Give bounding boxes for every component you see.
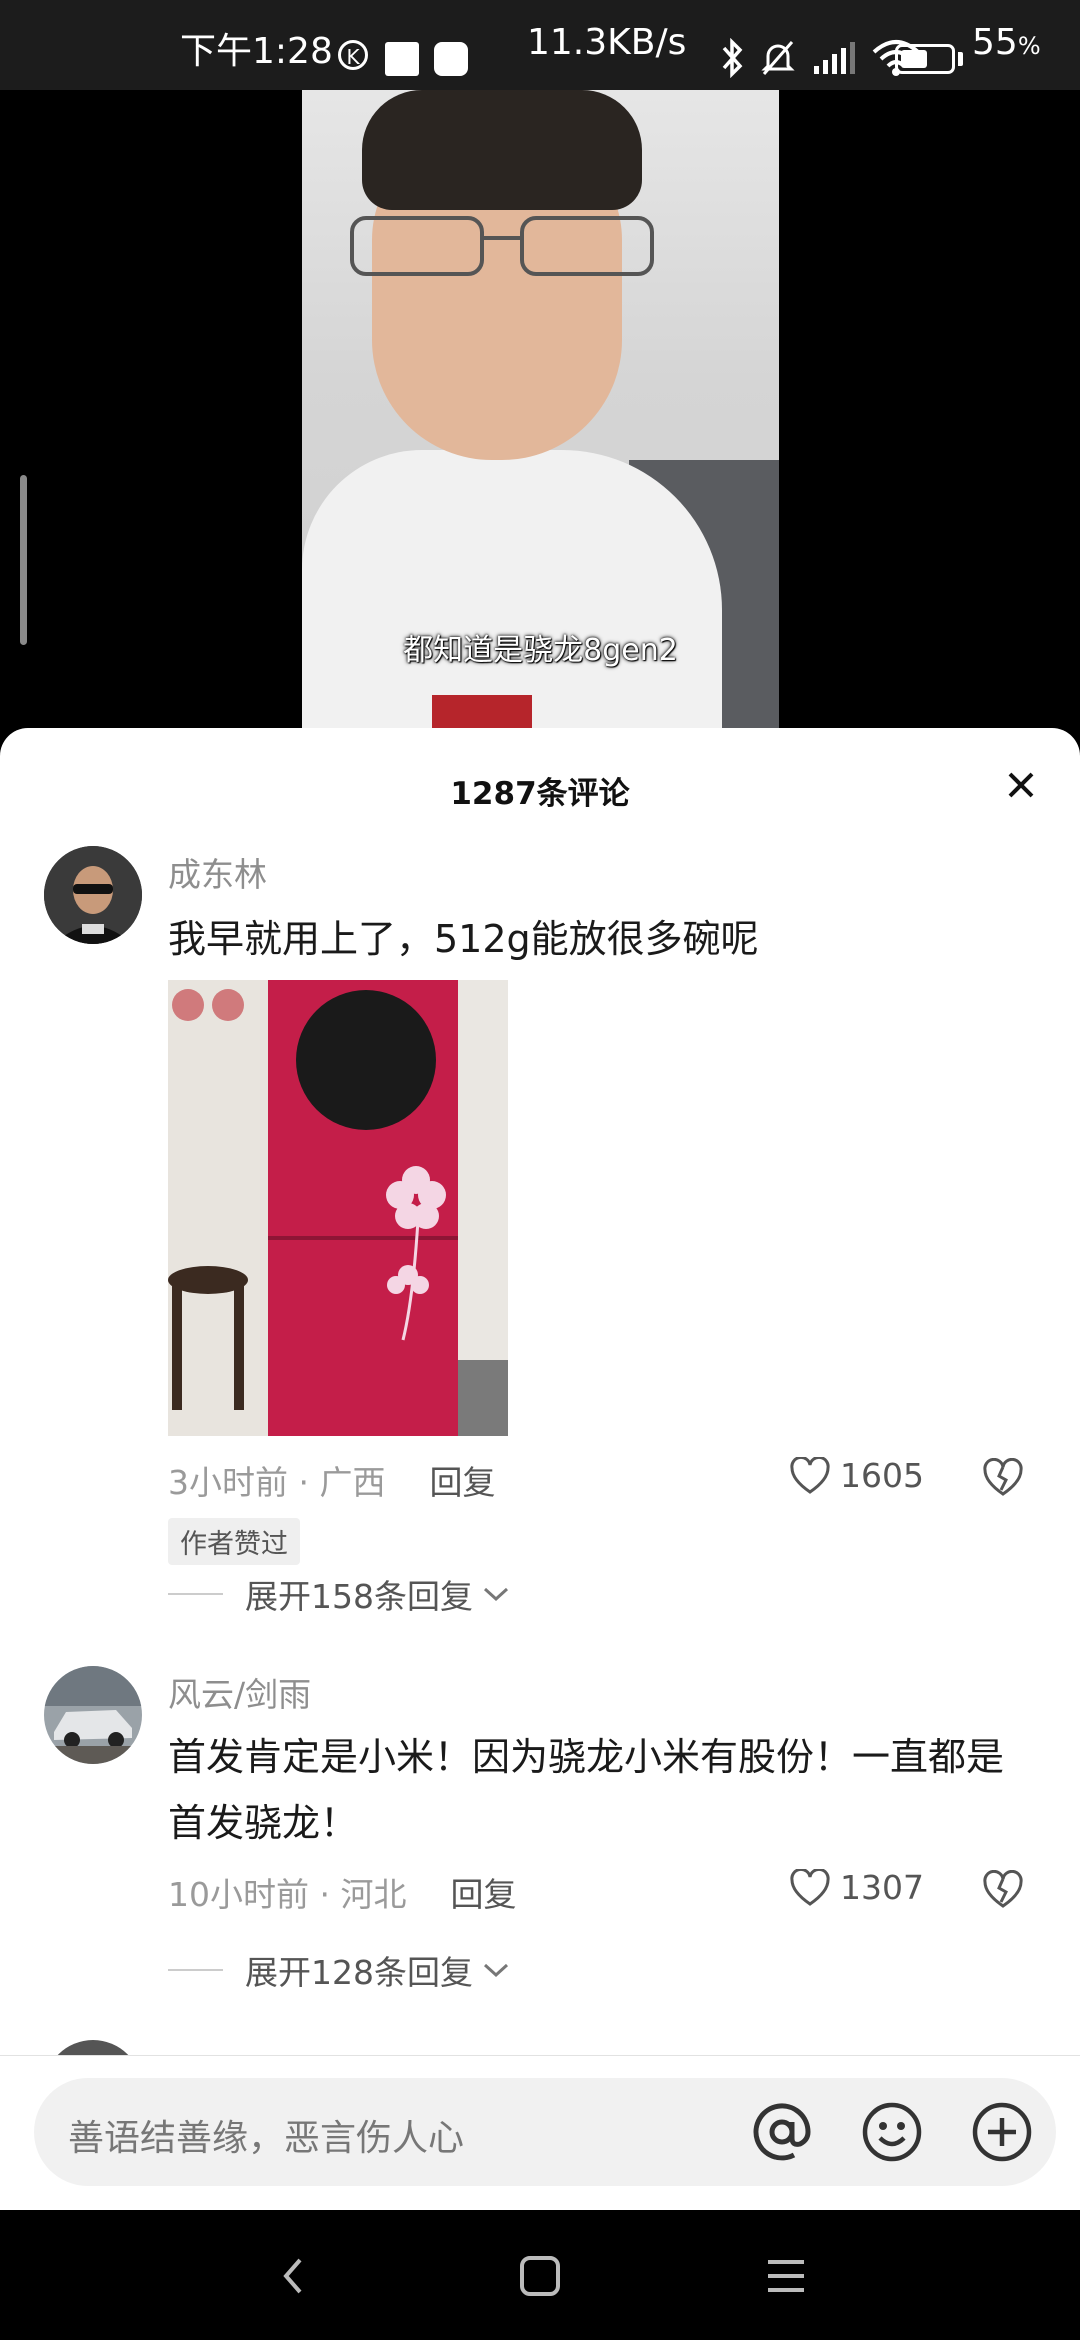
expand-replies-button[interactable]: 展开128条回复 (168, 1946, 511, 1994)
home-icon[interactable] (512, 2248, 568, 2304)
broken-heart-icon[interactable] (982, 1870, 1024, 1910)
time-location: 10小时前 · 河北 (168, 1875, 407, 1914)
comment-username[interactable]: 成东林 (168, 848, 267, 896)
author-liked-badge: 作者赞过 (168, 1518, 300, 1565)
battery-level-fill (901, 50, 927, 68)
divider-dash (168, 1969, 223, 1971)
status-icons (720, 38, 920, 78)
side-scroll-indicator (20, 475, 27, 645)
like-button[interactable]: 1307 (790, 1868, 924, 1907)
mute-bell-icon (761, 41, 795, 75)
emoji-icon[interactable] (860, 2100, 924, 2164)
heart-icon (790, 1456, 830, 1494)
chevron-down-icon (483, 1963, 509, 1978)
comment-username[interactable]: 风云/剑雨 (168, 1668, 311, 1716)
reply-button[interactable]: 回复 (450, 1875, 516, 1914)
bluetooth-icon (722, 38, 743, 78)
expand-replies-label: 展开128条回复 (245, 1953, 473, 1992)
video-subtitle: 都知道是骁龙8gen2 (403, 633, 678, 668)
comment-input-bar: 善语结善缘，恶言伤人心 (0, 2055, 1080, 2211)
notification-rounded-icon (434, 42, 468, 76)
clock: 下午1:28 (180, 31, 333, 72)
signal-icon (814, 42, 855, 74)
network-speed: 11.3KB/s (527, 22, 687, 63)
hoodie (302, 450, 722, 730)
close-icon[interactable] (996, 760, 1046, 810)
battery-icon (895, 44, 955, 74)
heart-icon (790, 1868, 830, 1906)
comment-input-placeholder: 善语结善缘，恶言伤人心 (68, 2118, 465, 2159)
like-button[interactable]: 1605 (790, 1456, 924, 1495)
time-location: 3小时前 · 广西 (168, 1463, 386, 1502)
comment-time-location: 3小时前 · 广西 回复 (168, 1456, 495, 1504)
back-icon[interactable] (266, 2248, 322, 2304)
battery-percent: 55% (972, 22, 1041, 63)
k-badge-icon: K (338, 40, 368, 70)
comments-panel: 1287条评论 成东林 我早就用上了，512g能放很多碗呢 3小时前 · 广西 … (0, 728, 1080, 2210)
avatar[interactable] (44, 846, 142, 944)
notification-square-icon (385, 42, 419, 76)
comments-count-title: 1287条评论 (450, 776, 630, 812)
divider-dash (168, 1593, 223, 1595)
expand-replies-button[interactable]: 展开158条回复 (168, 1570, 511, 1618)
add-plus-icon[interactable] (970, 2100, 1034, 2164)
expand-replies-label: 展开158条回复 (245, 1577, 473, 1616)
mention-icon[interactable] (750, 2100, 814, 2164)
status-bar: 下午1:28 K 11.3KB/s 55% (0, 0, 1080, 90)
comment-text: 首发肯定是小米！因为骁龙小米有股份！一直都是首发骁龙！ (168, 1735, 1005, 1845)
comment-image[interactable] (168, 980, 508, 1436)
avatar[interactable] (44, 1666, 142, 1764)
system-nav-bar (0, 2210, 1080, 2340)
comment-time-location: 10小时前 · 河北 回复 (168, 1868, 516, 1916)
comment-input[interactable]: 善语结善缘，恶言伤人心 (34, 2078, 1056, 2186)
comment-text: 我早就用上了，512g能放很多碗呢 (168, 917, 759, 961)
like-count: 1605 (840, 1456, 924, 1495)
shirt-accent (432, 695, 532, 730)
menu-icon[interactable] (758, 2248, 814, 2304)
hair (362, 90, 642, 210)
reply-button[interactable]: 回复 (429, 1463, 495, 1502)
video-player[interactable]: 都知道是骁龙8gen2 (302, 90, 779, 730)
chevron-down-icon (483, 1587, 509, 1602)
glasses (350, 216, 654, 276)
like-count: 1307 (840, 1868, 924, 1907)
broken-heart-icon[interactable] (982, 1458, 1024, 1498)
battery-tip (958, 52, 963, 66)
